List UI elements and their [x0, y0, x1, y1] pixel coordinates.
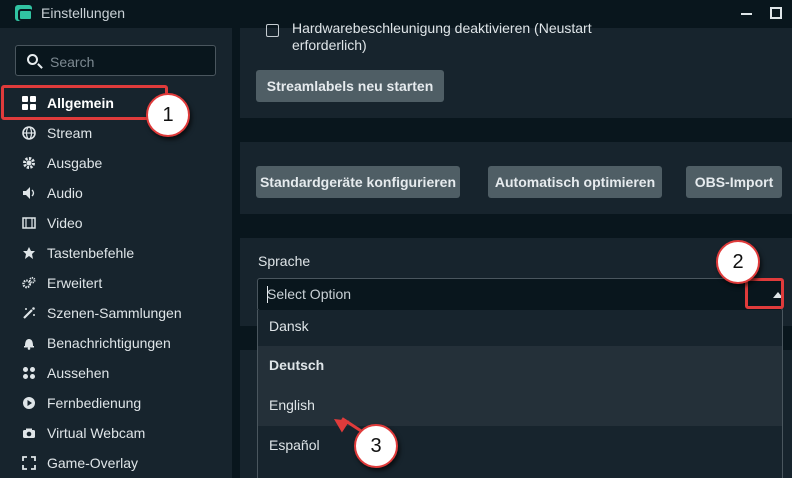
language-select[interactable]: Select Option	[257, 278, 783, 311]
window-title: Einstellungen	[41, 5, 126, 21]
obs-import-button[interactable]: OBS-Import	[686, 166, 782, 198]
sidebar-item-ausgabe[interactable]: Ausgabe	[0, 148, 232, 178]
language-label: Sprache	[258, 253, 311, 269]
sidebar-item-label: Ausgabe	[47, 155, 103, 171]
play-circle-icon	[22, 396, 36, 410]
language-dropdown: Dansk Deutsch English Español	[257, 310, 783, 478]
option-label: Dansk	[269, 318, 309, 334]
callout-2: 2	[716, 240, 760, 284]
apps-icon	[22, 366, 36, 380]
auto-optimize-button[interactable]: Automatisch optimieren	[488, 166, 662, 198]
bell-icon	[22, 336, 36, 350]
sidebar-item-label: Video	[47, 215, 83, 231]
expand-icon	[22, 456, 36, 470]
sidebar-item-label: Game-Overlay	[47, 455, 139, 471]
highlight-dropdown-arrow	[745, 278, 784, 309]
speaker-icon	[22, 186, 36, 200]
sidebar-item-label: Tastenbefehle	[47, 245, 135, 261]
sidebar-item-label: Audio	[47, 185, 83, 201]
search-placeholder: Search	[50, 54, 95, 70]
sidebar-item-aussehen[interactable]: Aussehen	[0, 358, 232, 388]
sidebar-item-game-overlay[interactable]: Game-Overlay	[0, 448, 232, 478]
option-label: Español	[269, 437, 320, 453]
sidebar-item-label: Virtual Webcam	[47, 425, 146, 441]
sidebar-item-szenen-sammlungen[interactable]: Szenen-Sammlungen	[0, 298, 232, 328]
callout-3: 3	[354, 424, 398, 468]
hardware-accel-checkbox[interactable]	[266, 24, 279, 37]
highlight-allgemein	[1, 85, 168, 120]
app-logo-icon	[15, 5, 33, 21]
sidebar-item-label: Szenen-Sammlungen	[47, 305, 182, 321]
search-input[interactable]: Search	[15, 45, 216, 76]
sidebar-item-label: Erweitert	[47, 275, 103, 291]
option-label: English	[269, 397, 315, 413]
film-icon	[22, 216, 36, 230]
sidebar-item-benachrichtigungen[interactable]: Benachrichtigungen	[0, 328, 232, 358]
hardware-panel: Hardwarebeschleunigung deaktivieren (Neu…	[240, 20, 792, 118]
sidebar-item-label: Benachrichtigungen	[47, 335, 171, 351]
gears-icon	[22, 276, 36, 290]
globe-icon	[22, 126, 36, 140]
sidebar-item-fernbedienung[interactable]: Fernbedienung	[0, 388, 232, 418]
maximize-button[interactable]	[770, 7, 782, 19]
sidebar-item-label: Stream	[47, 125, 93, 141]
search-icon	[27, 54, 38, 65]
devices-panel: Standardgeräte konfigurieren Automatisch…	[240, 142, 792, 214]
minimize-button[interactable]	[741, 13, 752, 15]
keyboard-icon	[22, 246, 36, 260]
select-placeholder: Select Option	[267, 286, 352, 302]
magic-wand-icon	[22, 306, 36, 320]
sidebar-item-virtual-webcam[interactable]: Virtual Webcam	[0, 418, 232, 448]
language-option-dansk[interactable]: Dansk	[258, 310, 782, 350]
language-option-deutsch[interactable]: Deutsch	[258, 346, 782, 386]
option-label: Deutsch	[269, 357, 325, 373]
sidebar-item-audio[interactable]: Audio	[0, 178, 232, 208]
sidebar-item-erweitert[interactable]: Erweitert	[0, 268, 232, 298]
sidebar-item-stream[interactable]: Stream	[0, 118, 232, 148]
camera-icon	[22, 426, 36, 440]
sidebar-item-video[interactable]: Video	[0, 208, 232, 238]
sidebar-item-label: Fernbedienung	[47, 395, 142, 411]
restart-streamlabels-button[interactable]: Streamlabels neu starten	[256, 70, 444, 102]
callout-1: 1	[146, 93, 190, 137]
hardware-accel-label: Hardwarebeschleunigung deaktivieren (Neu…	[292, 20, 592, 53]
sidebar-item-tastenbefehle[interactable]: Tastenbefehle	[0, 238, 232, 268]
gear-icon	[22, 156, 36, 170]
sidebar-item-label: Aussehen	[47, 365, 110, 381]
language-option-espanol[interactable]: Español	[258, 426, 782, 466]
configure-devices-button[interactable]: Standardgeräte konfigurieren	[256, 166, 460, 198]
